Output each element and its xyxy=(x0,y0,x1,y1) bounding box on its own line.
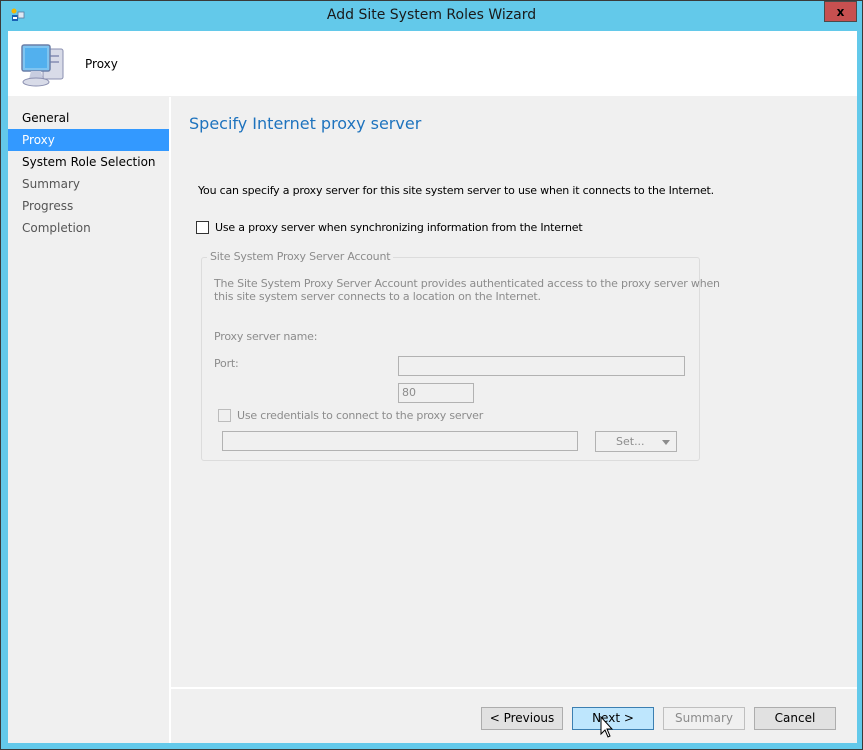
summary-button[interactable]: Summary xyxy=(663,707,745,730)
port-label: Port: xyxy=(214,357,239,370)
wizard-header: Proxy xyxy=(8,31,857,96)
proxy-server-name-input[interactable] xyxy=(398,356,685,376)
footer-divider xyxy=(171,687,857,689)
page-description: You can specify a proxy server for this … xyxy=(198,184,714,197)
computer-icon xyxy=(21,44,64,87)
wizard-window: Add Site System Roles Wizard x Proxy Gen… xyxy=(0,0,863,750)
mouse-cursor-icon xyxy=(600,716,614,738)
close-button[interactable]: x xyxy=(824,1,857,22)
proxy-server-name-label: Proxy server name: xyxy=(214,330,318,343)
group-description-line1: The Site System Proxy Server Account pro… xyxy=(214,277,720,290)
group-description-line2: this site system server connects to a lo… xyxy=(214,290,541,303)
cancel-button[interactable]: Cancel xyxy=(754,707,836,730)
use-credentials-checkbox[interactable] xyxy=(218,409,231,422)
title-bar[interactable]: Add Site System Roles Wizard x xyxy=(1,1,862,31)
previous-button[interactable]: < Previous xyxy=(481,707,563,730)
close-icon: x xyxy=(836,4,845,19)
window-title: Add Site System Roles Wizard xyxy=(326,7,537,23)
nav-item-proxy[interactable]: Proxy xyxy=(8,129,169,151)
use-proxy-label[interactable]: Use a proxy server when synchronizing in… xyxy=(215,221,583,234)
port-input[interactable]: 80 xyxy=(398,383,474,403)
set-account-dropdown-button[interactable]: Set... xyxy=(595,431,677,452)
use-proxy-checkbox[interactable] xyxy=(196,221,209,234)
proxy-account-legend: Site System Proxy Server Account xyxy=(207,250,394,263)
nav-item-progress: Progress xyxy=(22,199,74,213)
wizard-client-area: Proxy General Proxy System Role Selectio… xyxy=(8,31,857,743)
nav-item-general[interactable]: General xyxy=(8,107,169,129)
nav-item-system-role-selection[interactable]: System Role Selection xyxy=(8,151,169,173)
use-credentials-label: Use credentials to connect to the proxy … xyxy=(237,409,484,422)
nav-item-summary: Summary xyxy=(22,177,80,191)
header-title: Proxy xyxy=(85,57,118,71)
page-content: Specify Internet proxy server You can sp… xyxy=(171,97,857,687)
credentials-account-input[interactable] xyxy=(222,431,578,451)
set-button-label: Set... xyxy=(616,435,645,448)
wizard-nav: General Proxy System Role Selection Summ… xyxy=(8,97,169,743)
page-title: Specify Internet proxy server xyxy=(189,114,422,133)
nav-item-completion: Completion xyxy=(22,221,91,235)
chevron-down-icon xyxy=(662,440,670,445)
